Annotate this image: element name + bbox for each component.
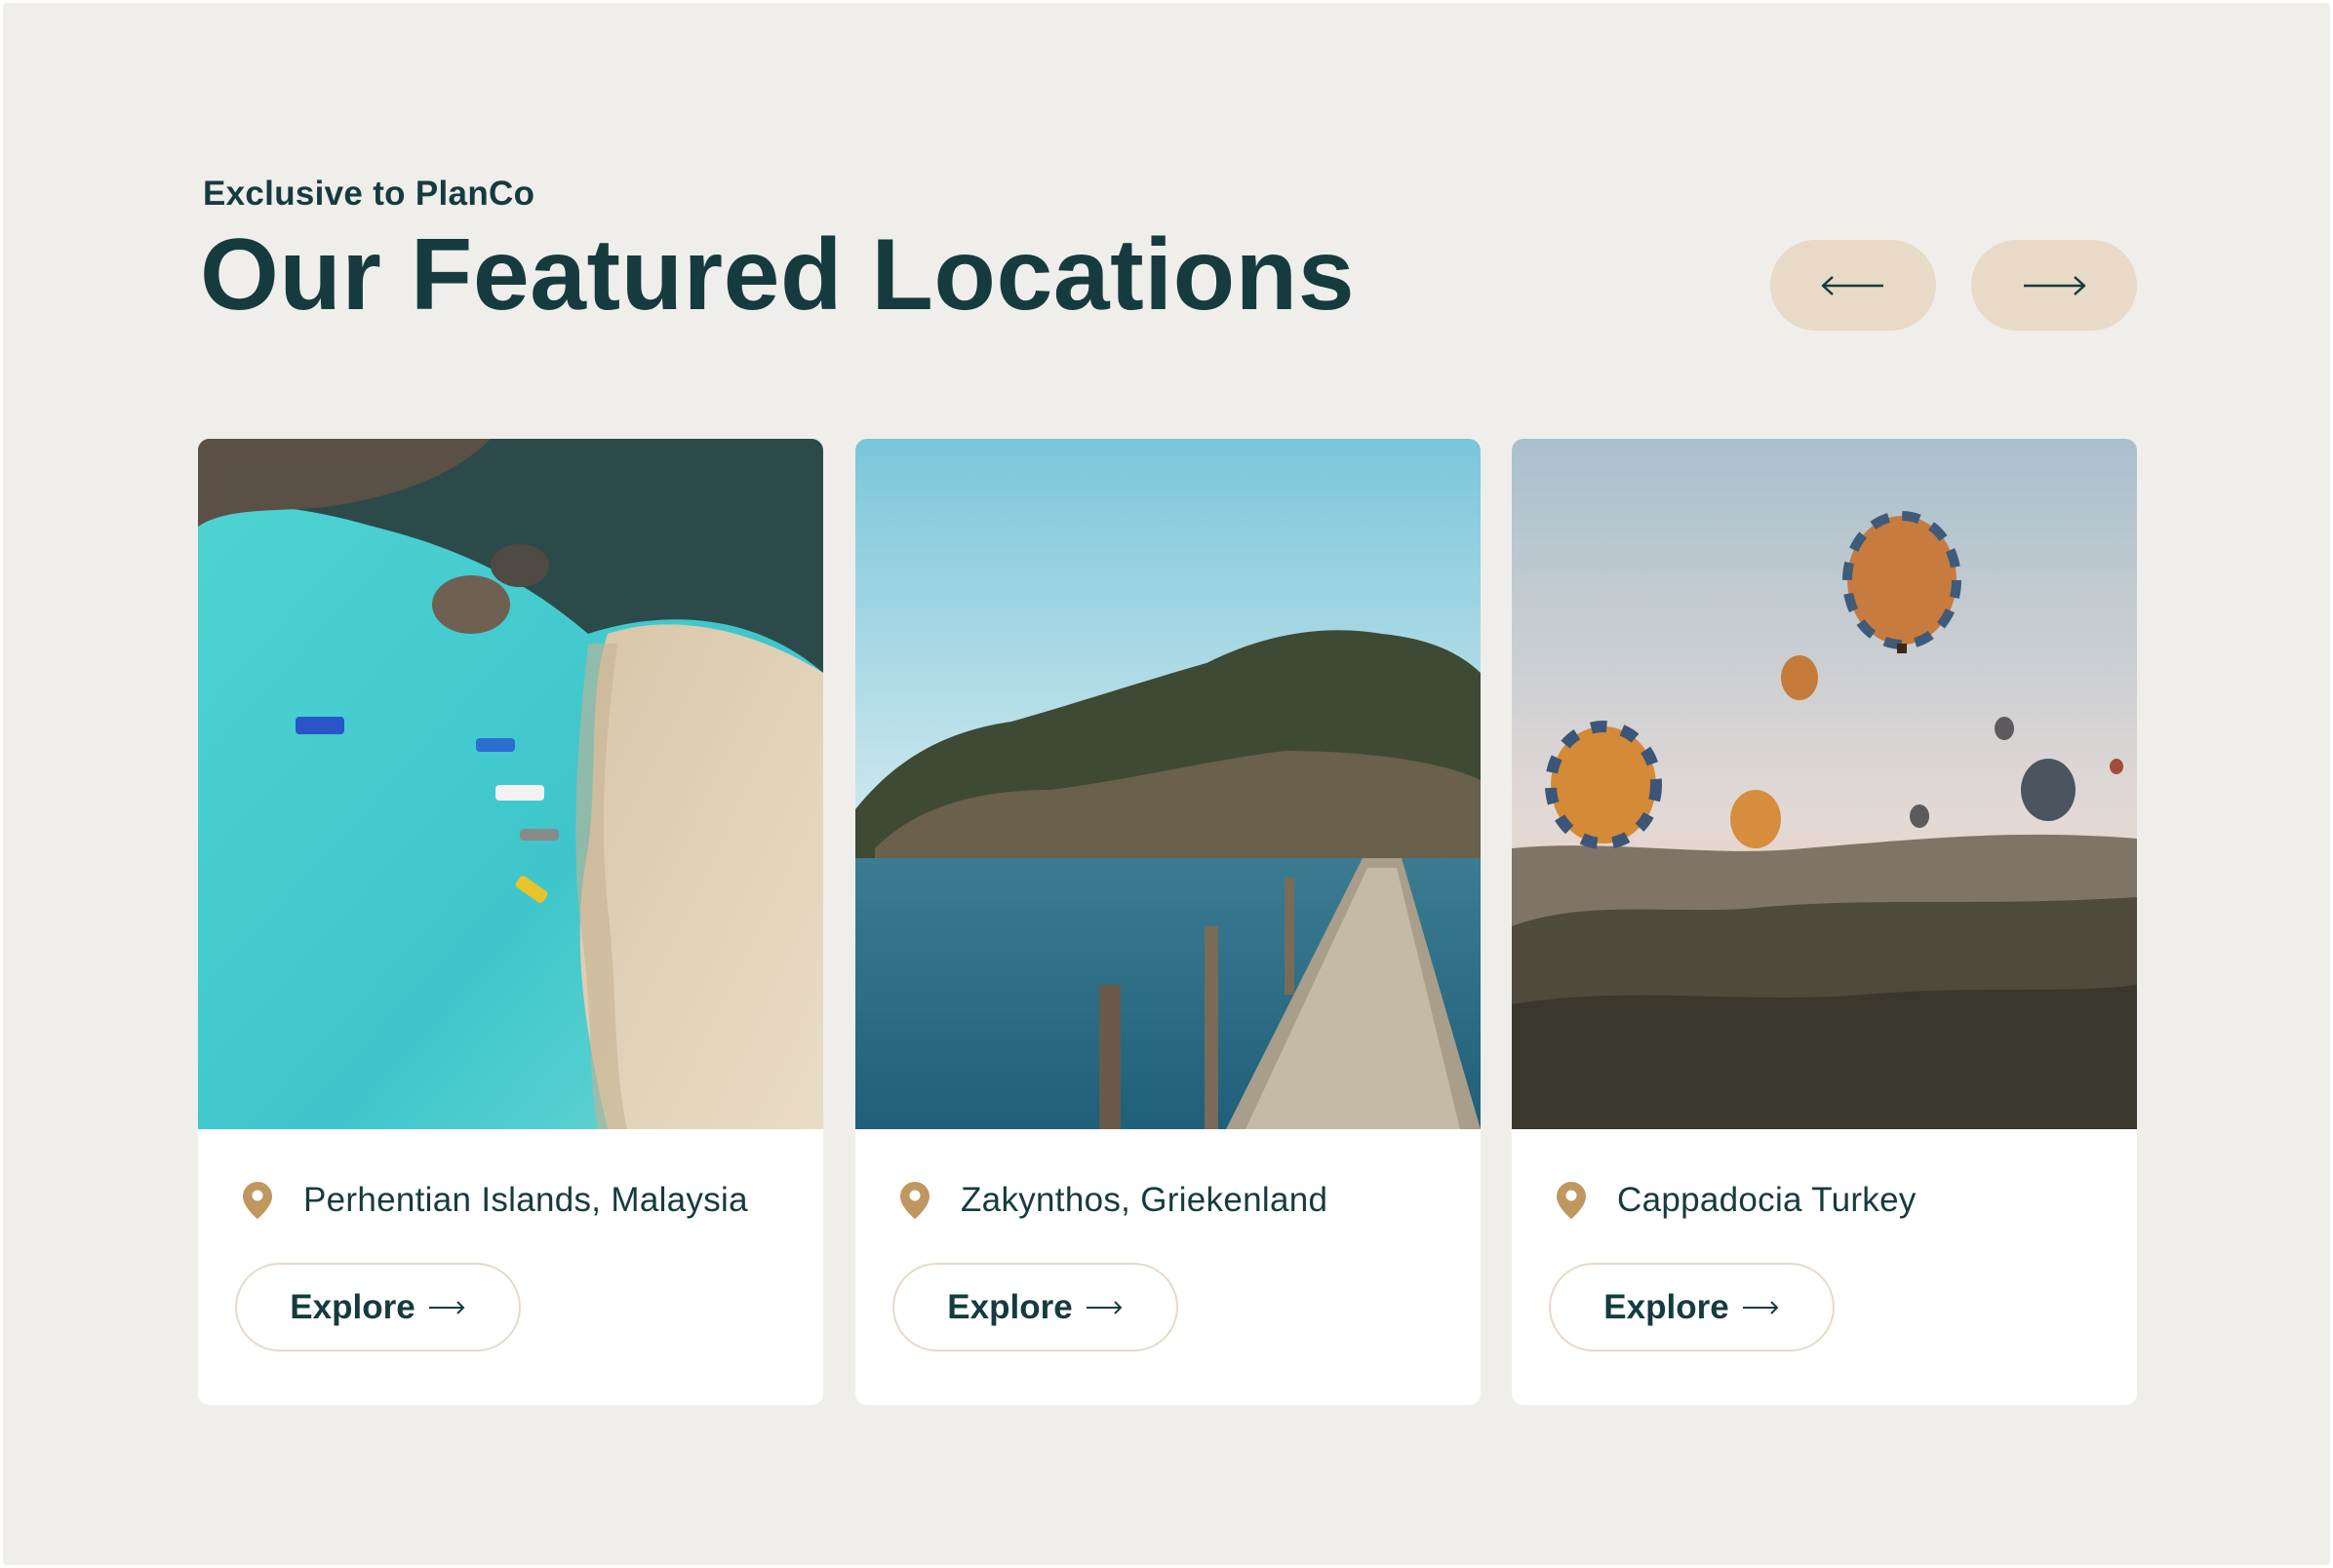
carousel-prev-button[interactable]	[1770, 240, 1936, 331]
map-pin-icon	[243, 1182, 272, 1219]
location-photo-pier	[855, 439, 1481, 1129]
explore-button[interactable]: Explore	[892, 1263, 1178, 1352]
location-label-row: Perhentian Islands, Malaysia	[241, 1180, 748, 1221]
location-card-cappadocia: Cappadocia Turkey Explore	[1512, 439, 2137, 1405]
arrow-left-icon	[1821, 275, 1883, 295]
explore-button-label: Explore	[1603, 1287, 1729, 1326]
location-photo-beach	[198, 439, 823, 1129]
featured-locations-section: Exclusive to PlanCo Our Featured Locatio…	[3, 3, 2330, 1565]
location-name: Perhentian Islands, Malaysia	[303, 1181, 748, 1219]
location-card-zakynthos: Zakynthos, Griekenland Explore	[855, 439, 1481, 1405]
location-photo-balloons	[1512, 439, 2137, 1129]
explore-button[interactable]: Explore	[235, 1263, 521, 1352]
section-eyebrow: Exclusive to PlanCo	[203, 175, 535, 213]
location-name: Zakynthos, Griekenland	[961, 1181, 1328, 1219]
arrow-right-icon	[1086, 1300, 1123, 1314]
explore-button-label: Explore	[947, 1287, 1073, 1326]
map-pin-icon	[1557, 1182, 1586, 1219]
arrow-right-icon	[2024, 275, 2086, 295]
explore-button[interactable]: Explore	[1549, 1263, 1835, 1352]
location-label-row: Cappadocia Turkey	[1555, 1180, 1917, 1221]
location-card-perhentian: Perhentian Islands, Malaysia Explore	[198, 439, 823, 1405]
carousel-next-button[interactable]	[1971, 240, 2137, 331]
page-title: Our Featured Locations	[200, 218, 1356, 332]
location-name: Cappadocia Turkey	[1617, 1181, 1917, 1219]
location-label-row: Zakynthos, Griekenland	[898, 1180, 1327, 1221]
map-pin-icon	[900, 1182, 929, 1219]
arrow-right-icon	[1742, 1300, 1779, 1314]
arrow-right-icon	[428, 1300, 465, 1314]
explore-button-label: Explore	[290, 1287, 415, 1326]
